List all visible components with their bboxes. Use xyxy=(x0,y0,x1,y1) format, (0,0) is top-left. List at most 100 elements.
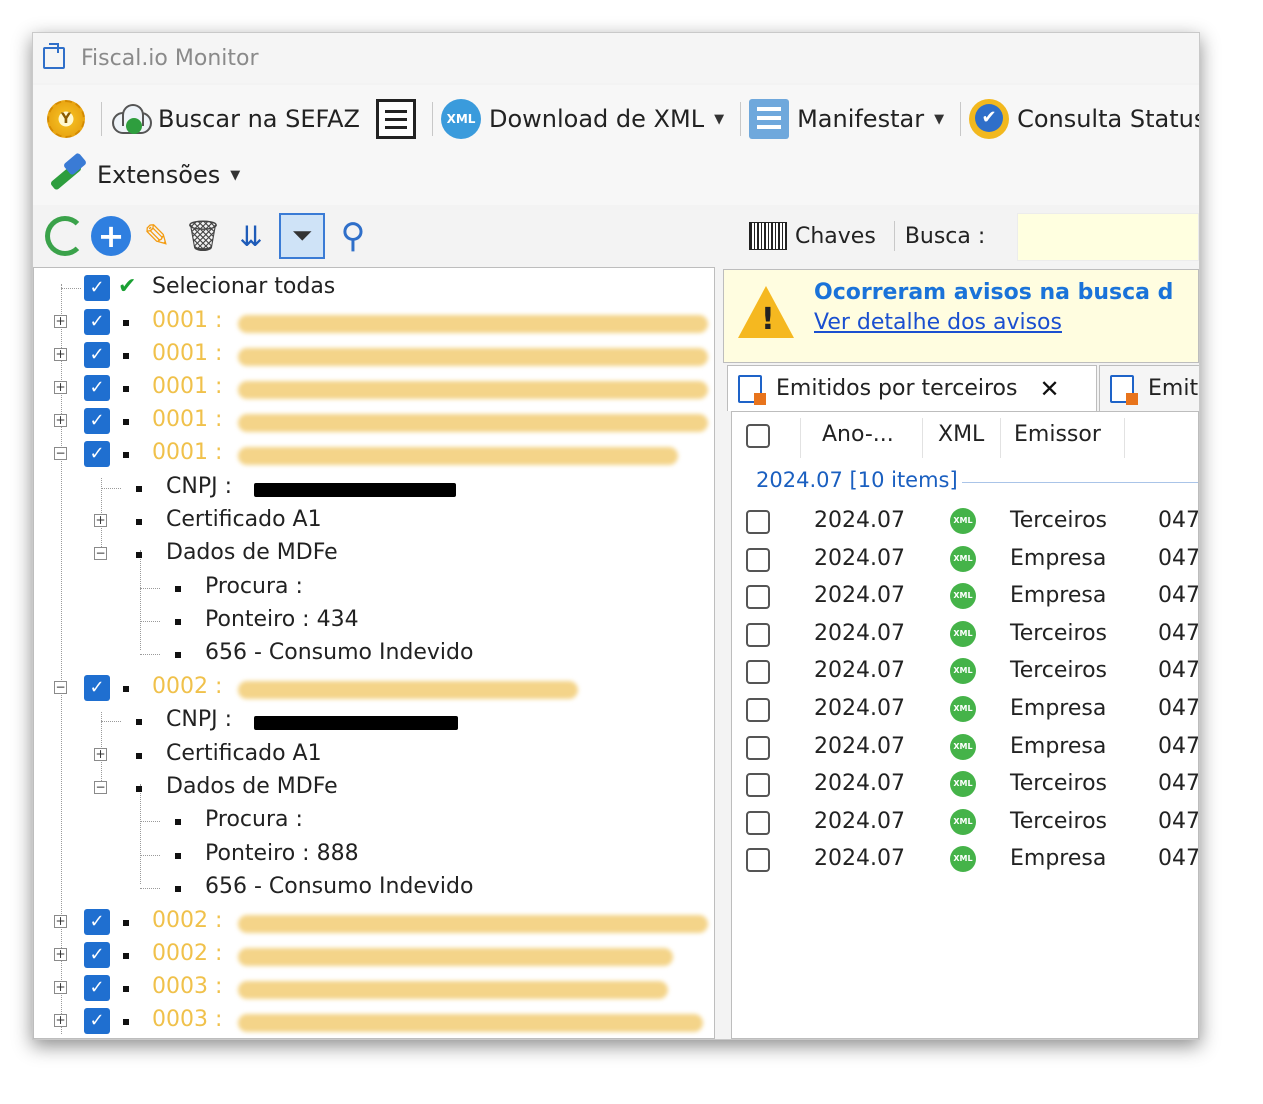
expand-icon[interactable]: + xyxy=(54,414,67,427)
table-row[interactable]: 2024.07 XML Empresa 047 xyxy=(732,732,1198,769)
extensoes-button[interactable]: Extensões ▼ xyxy=(47,153,240,197)
expand-icon[interactable]: + xyxy=(54,915,67,928)
tree-company-node[interactable]: + ✓ 0003 : xyxy=(34,1005,714,1038)
row-checkbox[interactable] xyxy=(746,510,770,534)
xml-icon[interactable]: XML xyxy=(950,733,976,760)
table-row[interactable]: 2024.07 XML Terceiros 047 xyxy=(732,506,1198,543)
checkbox-checked[interactable]: ✓ xyxy=(84,408,110,434)
expand-icon[interactable]: + xyxy=(54,981,67,994)
collapse-icon[interactable]: − xyxy=(54,681,67,694)
consulta-status-button[interactable]: Consulta Status xyxy=(969,99,1199,139)
checkbox-checked[interactable]: ✓ xyxy=(84,909,110,935)
tab-emitidos-terceiros[interactable]: Emitidos por terceiros ✕ xyxy=(727,365,1097,411)
expand-icon[interactable]: + xyxy=(94,748,107,761)
tree-cert-node[interactable]: + Certificado A1 xyxy=(34,505,714,538)
table-row[interactable]: 2024.07 XML Terceiros 047 xyxy=(732,656,1198,693)
tree-status-node[interactable]: 656 - Consumo Indevido xyxy=(34,872,714,905)
table-row[interactable]: 2024.07 XML Empresa 047 xyxy=(732,544,1198,581)
expand-icon[interactable]: + xyxy=(54,948,67,961)
expand-icon[interactable]: + xyxy=(94,514,107,527)
checkbox-checked[interactable]: ✓ xyxy=(84,1008,110,1034)
table-row[interactable]: 2024.07 XML Terceiros 047 xyxy=(732,807,1198,844)
tree-company-node[interactable]: + ✓ 0001 : xyxy=(34,405,714,438)
refresh-icon[interactable] xyxy=(45,216,85,256)
close-icon[interactable]: ✕ xyxy=(1039,375,1059,403)
sort-icon[interactable]: ⇊ xyxy=(229,216,273,256)
tab-emitidos[interactable]: Emit xyxy=(1099,365,1199,411)
checkbox-checked[interactable]: ✓ xyxy=(84,309,110,335)
xml-icon[interactable]: XML xyxy=(950,771,976,798)
settings-button[interactable]: Y xyxy=(47,100,85,138)
tree-cert-node[interactable]: + Certificado A1 xyxy=(34,739,714,772)
tree-cnpj-node[interactable]: CNPJ : xyxy=(34,705,714,738)
group-header[interactable]: 2024.07 [10 items] xyxy=(756,468,958,492)
table-row[interactable]: 2024.07 XML Terceiros 047 xyxy=(732,769,1198,806)
xml-icon[interactable]: XML xyxy=(950,696,976,722)
tree-company-node[interactable]: + ✓ 0002 : xyxy=(34,906,714,939)
select-all-checkbox[interactable] xyxy=(746,424,770,448)
expand-icon[interactable]: + xyxy=(54,348,67,361)
checkbox-checked[interactable]: ✓ xyxy=(84,942,110,968)
tree-company-node-expanded[interactable]: − ✓ 0001 : xyxy=(34,438,714,471)
column-ano[interactable]: Ano-... xyxy=(822,422,894,447)
expand-icon[interactable]: + xyxy=(54,1014,67,1027)
column-xml[interactable]: XML xyxy=(938,422,984,447)
row-checkbox[interactable] xyxy=(746,660,770,685)
tree-company-node[interactable]: + ✓ 0001 : xyxy=(34,372,714,405)
tree-cnpj-node[interactable]: CNPJ : xyxy=(34,472,714,505)
tree-mdfe-node[interactable]: − Dados de MDFe xyxy=(34,772,714,805)
search-icon[interactable]: ⚲ xyxy=(331,214,375,258)
tree-company-node[interactable]: + ✓ 0002 : xyxy=(34,939,714,972)
checkbox-checked[interactable]: ✓ xyxy=(84,441,110,467)
download-xml-button[interactable]: XML Download de XML ▼ xyxy=(440,99,724,139)
expand-icon[interactable]: + xyxy=(54,381,67,394)
checkbox-checked[interactable]: ✓ xyxy=(84,975,110,1001)
chaves-button[interactable]: Chaves xyxy=(795,224,876,249)
add-icon[interactable]: + xyxy=(91,216,131,256)
buscar-sefaz-button[interactable]: Buscar na SEFAZ xyxy=(110,102,360,136)
xml-icon[interactable]: XML xyxy=(950,658,976,685)
barcode-icon[interactable] xyxy=(749,222,787,250)
table-row[interactable]: 2024.07 XML Terceiros 047 xyxy=(732,619,1198,656)
manifestar-button[interactable]: Manifestar ▼ xyxy=(749,99,944,139)
row-checkbox[interactable] xyxy=(746,773,770,798)
checkbox-checked[interactable]: ✓ xyxy=(84,342,110,368)
expand-icon[interactable]: + xyxy=(54,315,67,328)
filter-icon[interactable]: ⏷ xyxy=(279,213,325,259)
row-checkbox[interactable] xyxy=(746,547,770,572)
table-row[interactable]: 2024.07 XML Empresa 047 xyxy=(732,581,1198,618)
row-checkbox[interactable] xyxy=(746,585,770,610)
xml-icon[interactable]: XML xyxy=(950,583,976,610)
search-input[interactable] xyxy=(1017,213,1199,261)
tree-company-node[interactable]: + ✓ 0003 : xyxy=(34,972,714,1005)
tree-status-node[interactable]: 656 - Consumo Indevido xyxy=(34,638,714,671)
row-checkbox[interactable] xyxy=(746,848,770,873)
collapse-icon[interactable]: − xyxy=(54,447,67,460)
row-checkbox[interactable] xyxy=(746,622,770,647)
xml-icon[interactable]: XML xyxy=(950,545,976,572)
select-all-row[interactable]: ✓ ✔ Selecionar todas xyxy=(34,272,714,305)
table-row[interactable]: 2024.07 XML Empresa 047 xyxy=(732,844,1198,881)
table-row[interactable]: 2024.07 XML Empresa 047 xyxy=(732,694,1198,731)
checkbox-checked[interactable]: ✓ xyxy=(84,375,110,401)
collapse-icon[interactable]: − xyxy=(94,781,107,794)
warning-details-link[interactable]: Ver detalhe dos avisos xyxy=(814,310,1062,335)
xml-icon[interactable]: XML xyxy=(950,508,976,534)
row-checkbox[interactable] xyxy=(746,698,770,722)
tree-ponteiro-node[interactable]: Ponteiro : 888 xyxy=(34,839,714,872)
row-checkbox[interactable] xyxy=(746,810,770,835)
checkbox-checked[interactable]: ✓ xyxy=(84,675,110,701)
tree-company-node[interactable]: + ✓ 0001 : xyxy=(34,339,714,372)
column-emissor[interactable]: Emissor xyxy=(1014,422,1101,447)
tree-mdfe-node[interactable]: − Dados de MDFe xyxy=(34,538,714,571)
edit-icon[interactable]: ✎ xyxy=(137,216,177,256)
collapse-icon[interactable]: − xyxy=(94,547,107,560)
xml-icon[interactable]: XML xyxy=(950,846,976,873)
xml-icon[interactable]: XML xyxy=(950,808,976,835)
tree-company-node-expanded[interactable]: − ✓ 0002 : xyxy=(34,672,714,705)
tree-company-node[interactable]: + ✓ 0001 : xyxy=(34,306,714,339)
tree-ponteiro-node[interactable]: Ponteiro : 434 xyxy=(34,605,714,638)
checkbox-checked[interactable]: ✓ xyxy=(84,275,110,301)
row-checkbox[interactable] xyxy=(746,735,770,760)
xml-icon[interactable]: XML xyxy=(950,620,976,647)
